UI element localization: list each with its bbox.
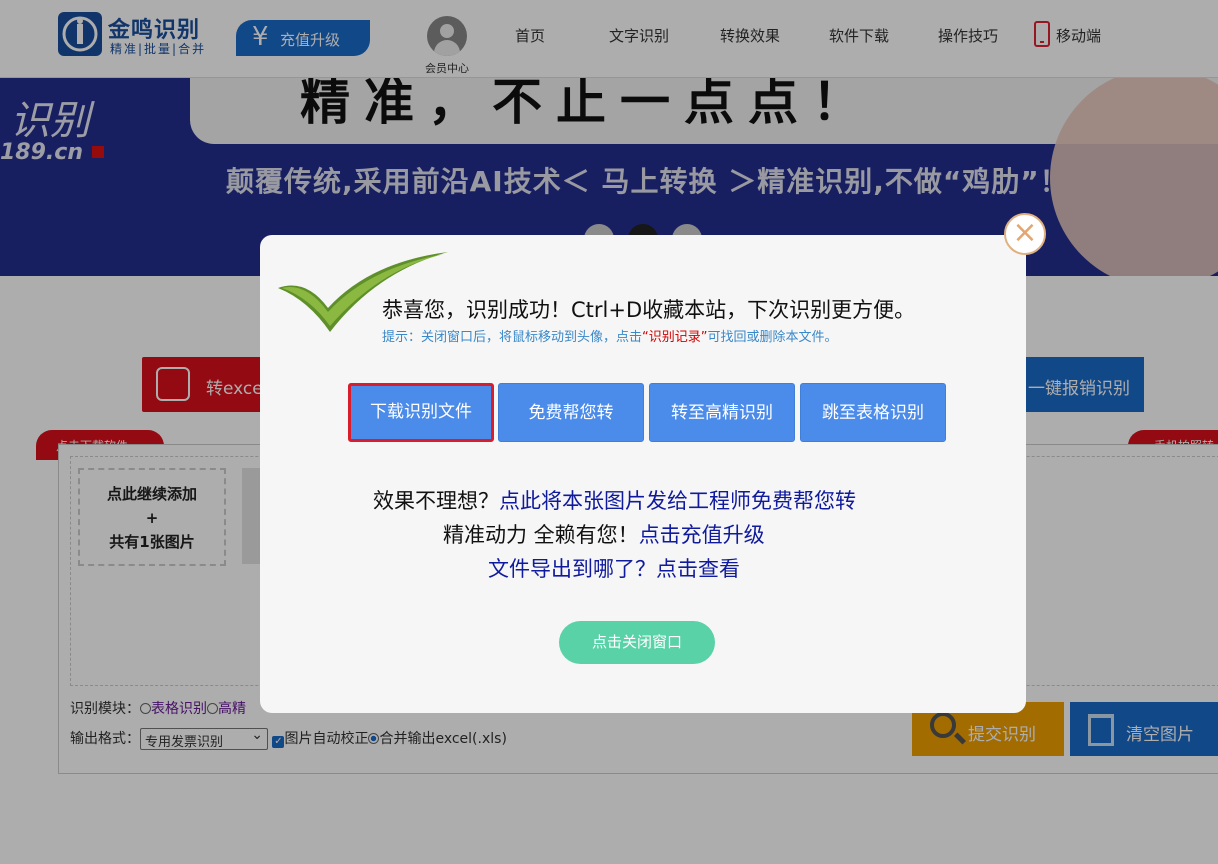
modal-title: 恭喜您，识别成功！Ctrl+D收藏本站，下次识别更方便。 <box>382 298 916 322</box>
tip-suffix: 可找回或删除本文件。 <box>707 330 838 345</box>
download-file-button[interactable]: 下载识别文件 <box>348 383 494 442</box>
tip-prefix: 提示：关闭窗口后，将鼠标移动到头像，点击 <box>382 330 643 345</box>
free-convert-button[interactable]: 免费帮您转 <box>498 383 644 442</box>
modal-tip: 提示：关闭窗口后，将鼠标移动到头像，点击“识别记录”可找回或删除本文件。 <box>382 326 838 345</box>
modal-line-2: 精准动力 全赖有您！点击充值升级 <box>443 519 765 549</box>
line1-text: 效果不理想？ <box>373 489 499 513</box>
line2-text: 精准动力 全赖有您！ <box>443 523 639 547</box>
recharge-link[interactable]: 点击充值升级 <box>639 523 765 547</box>
tip-highlight: “识别记录” <box>642 330 708 345</box>
modal-line-1: 效果不理想？点此将本张图片发给工程师免费帮您转 <box>373 485 856 515</box>
modal-close-icon[interactable]: × <box>1004 213 1046 255</box>
high-precision-button[interactable]: 转至高精识别 <box>649 383 795 442</box>
table-recognition-button[interactable]: 跳至表格识别 <box>800 383 946 442</box>
send-to-engineer-link[interactable]: 点此将本张图片发给工程师免费帮您转 <box>499 489 856 513</box>
modal-line-3: 文件导出到哪了？点击查看 <box>488 553 740 583</box>
export-location-link[interactable]: 文件导出到哪了？点击查看 <box>488 557 740 581</box>
close-window-button[interactable]: 点击关闭窗口 <box>559 621 715 664</box>
